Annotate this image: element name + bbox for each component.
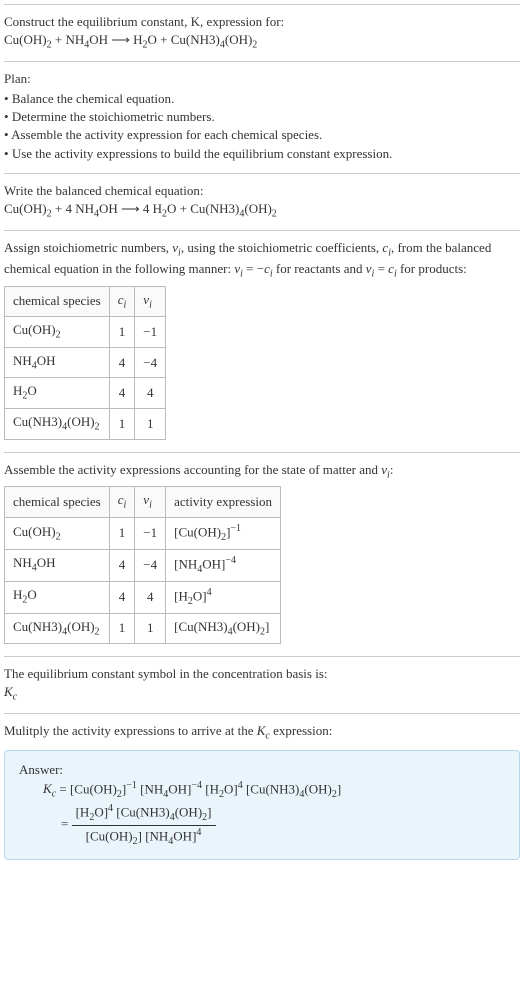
intro-equation: Cu(OH)2 + NH4OH ⟶ H2O + Cu(NH3)4(OH)2 <box>4 31 520 53</box>
col-vi: νi <box>135 487 166 518</box>
plan-title: Plan: <box>4 70 520 88</box>
answer-fraction: [H2O]4 [Cu(NH3)4(OH)2] [Cu(OH)2] [NH4OH]… <box>72 802 216 849</box>
table-row: Cu(OH)2 1 −1 [Cu(OH)2]−1 <box>5 517 281 549</box>
plan-item: Determine the stoichiometric numbers. <box>4 108 520 126</box>
col-species: chemical species <box>5 487 110 518</box>
col-ci: ci <box>109 286 135 317</box>
fraction-denominator: [Cu(OH)2] [NH4OH]4 <box>72 826 216 849</box>
equals-sign: = <box>43 816 72 831</box>
table-row: Cu(OH)2 1 −1 <box>5 317 166 348</box>
section-activity: Assemble the activity expressions accoun… <box>4 452 520 657</box>
answer-box: Answer: Kc = [Cu(OH)2]−1 [NH4OH]−4 [H2O]… <box>4 750 520 860</box>
activity-table: chemical species ci νi activity expressi… <box>4 486 281 644</box>
section-plan: Plan: Balance the chemical equation. Det… <box>4 61 520 173</box>
intro-line: Construct the equilibrium constant, K, e… <box>4 13 520 31</box>
plan-item: Assemble the activity expression for eac… <box>4 126 520 144</box>
section-stoich: Assign stoichiometric numbers, νi, using… <box>4 230 520 452</box>
fraction-numerator: [H2O]4 [Cu(NH3)4(OH)2] <box>72 802 216 826</box>
kc-symbol-line1: The equilibrium constant symbol in the c… <box>4 665 520 683</box>
stoich-table: chemical species ci νi Cu(OH)2 1 −1 NH4O… <box>4 286 166 440</box>
col-ci: ci <box>109 487 135 518</box>
section-intro: Construct the equilibrium constant, K, e… <box>4 4 520 61</box>
balanced-title: Write the balanced chemical equation: <box>4 182 520 200</box>
answer-line1: Kc = [Cu(OH)2]−1 [NH4OH]−4 [H2O]4 [Cu(NH… <box>19 779 505 802</box>
table-row: H2O 4 4 <box>5 378 166 409</box>
table-row: Cu(NH3)4(OH)2 1 1 [Cu(NH3)4(OH)2] <box>5 613 281 644</box>
table-row: Cu(NH3)4(OH)2 1 1 <box>5 409 166 440</box>
balanced-equation: Cu(OH)2 + 4 NH4OH ⟶ 4 H2O + Cu(NH3)4(OH)… <box>4 200 520 222</box>
col-activity: activity expression <box>166 487 281 518</box>
section-multiply: Mulitply the activity expressions to arr… <box>4 713 520 874</box>
plan-list: Balance the chemical equation. Determine… <box>4 90 520 163</box>
col-vi: νi <box>135 286 166 317</box>
plan-item: Use the activity expressions to build th… <box>4 145 520 163</box>
answer-label: Answer: <box>19 761 505 779</box>
section-kc-symbol: The equilibrium constant symbol in the c… <box>4 656 520 713</box>
table-row: NH4OH 4 −4 [NH4OH]−4 <box>5 549 281 581</box>
multiply-intro: Mulitply the activity expressions to arr… <box>4 722 520 744</box>
table-row: H2O 4 4 [H2O]4 <box>5 581 281 613</box>
answer-line2: = [H2O]4 [Cu(NH3)4(OH)2] [Cu(OH)2] [NH4O… <box>19 802 505 849</box>
table-row: NH4OH 4 −4 <box>5 347 166 378</box>
plan-item: Balance the chemical equation. <box>4 90 520 108</box>
col-species: chemical species <box>5 286 110 317</box>
table-header-row: chemical species ci νi <box>5 286 166 317</box>
section-balanced: Write the balanced chemical equation: Cu… <box>4 173 520 230</box>
table-header-row: chemical species ci νi activity expressi… <box>5 487 281 518</box>
activity-intro: Assemble the activity expressions accoun… <box>4 461 520 483</box>
stoich-intro: Assign stoichiometric numbers, νi, using… <box>4 239 520 282</box>
kc-symbol-line2: Kc <box>4 683 520 705</box>
